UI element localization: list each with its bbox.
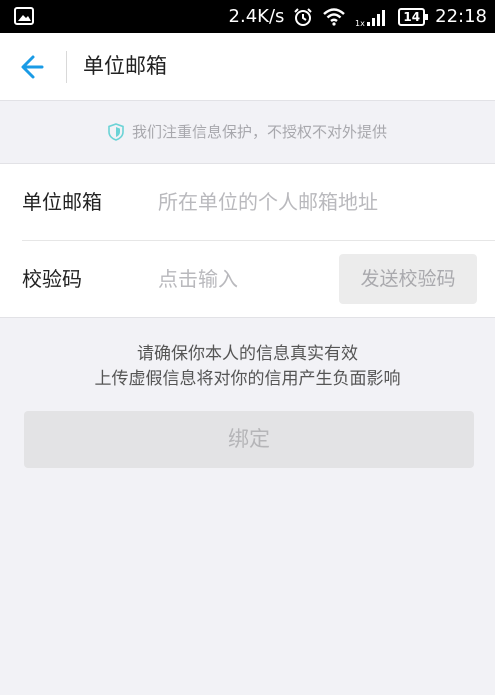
- code-input[interactable]: [158, 259, 328, 299]
- battery-icon: 14: [398, 7, 428, 26]
- clock: 22:18: [435, 6, 487, 27]
- arrow-left-icon: [21, 55, 44, 79]
- image-icon: [14, 7, 34, 25]
- privacy-notice-text: 我们注重信息保护，不授权不对外提供: [131, 123, 387, 141]
- code-label: 校验码: [22, 267, 82, 291]
- wifi-icon: [323, 7, 346, 26]
- alarm-icon: [294, 7, 313, 26]
- header-divider: [66, 51, 67, 83]
- tips: 请确保你本人的信息真实有效 上传虚假信息将对你的信用产生负面影响: [0, 342, 495, 392]
- privacy-notice: 我们注重信息保护，不授权不对外提供: [0, 100, 495, 163]
- email-label: 单位邮箱: [22, 190, 102, 214]
- email-form: 单位邮箱 校验码 发送校验码: [0, 163, 495, 318]
- app-header: 单位邮箱: [0, 33, 495, 101]
- shield-icon: [108, 122, 124, 141]
- page-title: 单位邮箱: [83, 54, 167, 78]
- send-code-button[interactable]: 发送校验码: [339, 254, 477, 304]
- svg-text:1x: 1x: [355, 19, 365, 27]
- tip-line-2: 上传虚假信息将对你的信用产生负面影响: [94, 369, 401, 389]
- network-speed: 2.4K/s: [228, 6, 285, 27]
- status-bar: 2.4K/s 1x 14 22:18: [0, 0, 495, 33]
- bind-button[interactable]: 绑定: [24, 411, 474, 468]
- code-row: 校验码 发送校验码: [0, 241, 495, 317]
- email-row: 单位邮箱: [0, 164, 495, 241]
- email-input[interactable]: [158, 182, 458, 222]
- signal-icon: 1x: [355, 9, 386, 27]
- back-button[interactable]: [14, 51, 50, 83]
- tip-line-1: 请确保你本人的信息真实有效: [137, 344, 358, 364]
